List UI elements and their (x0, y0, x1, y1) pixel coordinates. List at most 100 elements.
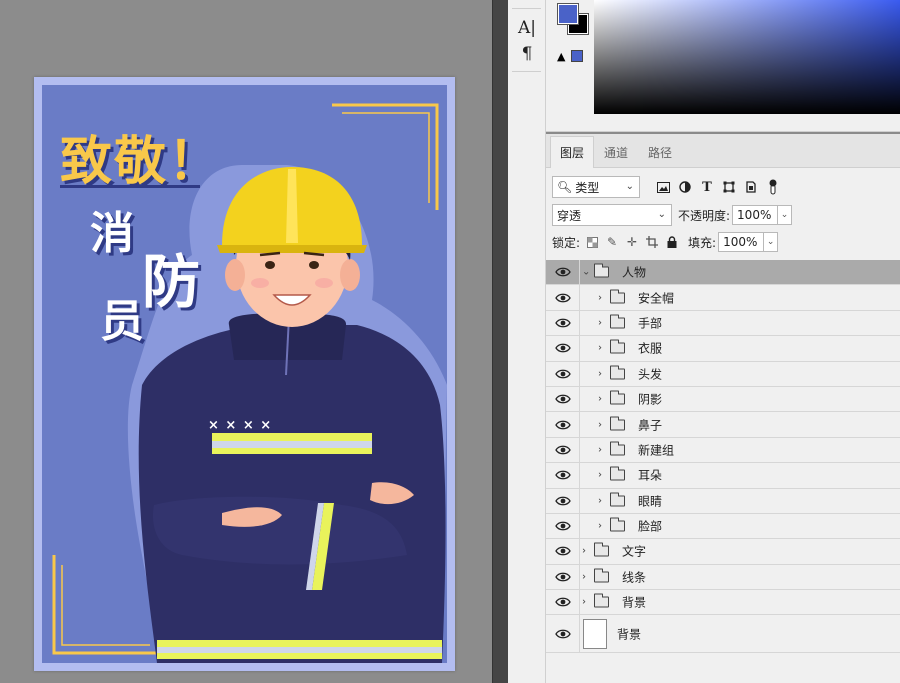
layer-name: 衣服 (638, 341, 663, 356)
lock-image-pixels-icon[interactable]: ✎ (602, 232, 622, 252)
chevron-right-icon[interactable]: › (598, 419, 602, 430)
visibility-toggle[interactable] (546, 513, 580, 539)
corner-line-bottom-left-inner (61, 565, 150, 646)
lock-transparent-pixels-icon[interactable] (582, 232, 602, 252)
layer-row[interactable]: › 文字 (546, 539, 900, 565)
layer-row[interactable]: › 鼻子 (546, 412, 900, 438)
image-filter-icon[interactable] (652, 176, 674, 198)
toggle-filter-icon[interactable] (762, 176, 784, 198)
layer-row[interactable]: › 阴影 (546, 386, 900, 413)
fill-input[interactable]: 100% (718, 232, 765, 252)
chevron-right-icon[interactable]: › (598, 368, 602, 379)
text-cursor-icon[interactable]: A| (508, 15, 546, 41)
shape-filter-icon[interactable] (718, 176, 740, 198)
visibility-toggle[interactable] (546, 615, 580, 653)
chevron-right-icon[interactable]: › (582, 546, 586, 557)
panel-tool-column: A| ¶ (508, 0, 546, 683)
eye-icon (555, 318, 571, 328)
gamut-warning-icon[interactable]: ▲ (557, 50, 565, 63)
chevron-right-icon[interactable]: › (582, 597, 586, 608)
chevron-right-icon[interactable]: › (598, 470, 602, 481)
fill-label: 填充: (688, 235, 717, 250)
visibility-toggle[interactable] (546, 260, 580, 285)
helmet-ridge (286, 169, 298, 243)
layer-row[interactable]: › 耳朵 (546, 463, 900, 489)
tab-layers[interactable]: 图层 (550, 136, 595, 168)
layer-list: ⌄ 人物 › 安全帽 › 手部 › 衣服 › 头发 › 阴影 › 鼻子 › 新建组 › 耳朵 › 眼睛 › 脸部 › 文字 › 线… (546, 260, 900, 654)
document-canvas[interactable]: 致敬！ 消 防 员 × × × × (0, 0, 492, 683)
layer-row[interactable]: › 脸部 (546, 513, 900, 540)
visibility-toggle[interactable] (546, 412, 580, 437)
foreground-color-swatch[interactable] (557, 3, 579, 25)
visibility-toggle[interactable] (546, 488, 580, 513)
poster-background: 致敬！ 消 防 员 × × × × (42, 85, 447, 663)
poster-title: 致敬！ (60, 132, 223, 192)
visibility-toggle[interactable] (546, 386, 580, 412)
opacity-label: 不透明度: (678, 208, 731, 223)
chevron-right-icon[interactable]: › (598, 495, 602, 506)
smart-object-filter-icon[interactable] (740, 176, 762, 198)
layer-row[interactable]: › 衣服 (546, 336, 900, 362)
chevron-right-icon[interactable]: › (582, 571, 586, 582)
opacity-slider-toggle[interactable]: ⌄ (778, 205, 793, 225)
opacity-input[interactable]: 100% (732, 205, 779, 225)
fill-slider-toggle[interactable]: ⌄ (764, 232, 779, 252)
artboard-autonest-icon[interactable] (642, 232, 662, 252)
layers-panel: 图层 通道 路径 🔍︎ 类型 ⌄ T 穿透 ⌄ 不透明度: 100% ⌄ 锁定:… (546, 134, 900, 683)
visibility-toggle[interactable] (546, 564, 580, 590)
poster-artboard[interactable]: 致敬！ 消 防 员 × × × × (34, 77, 455, 671)
layer-row[interactable]: › 背景 (546, 590, 900, 616)
layer-row[interactable]: › 眼睛 (546, 488, 900, 514)
visibility-toggle[interactable] (546, 285, 580, 310)
chevron-down-icon[interactable]: ⌄ (582, 267, 590, 278)
web-safe-color-swatch[interactable] (571, 50, 583, 62)
chevron-right-icon[interactable]: › (598, 317, 602, 328)
chevron-right-icon[interactable]: › (598, 292, 602, 303)
layer-name: 新建组 (638, 443, 675, 458)
visibility-toggle[interactable] (546, 336, 580, 361)
layer-name: 鼻子 (638, 418, 663, 433)
chevron-right-icon[interactable]: › (598, 394, 602, 405)
layer-filter-value: 类型 (575, 180, 600, 195)
visibility-toggle[interactable] (546, 463, 580, 488)
layer-row[interactable]: › 头发 (546, 361, 900, 387)
layer-name: 脸部 (638, 519, 663, 534)
lock-position-icon[interactable]: ✛ (622, 232, 642, 252)
left-ear (225, 259, 245, 291)
visibility-toggle[interactable] (546, 310, 580, 336)
chest-stripe-bottom (212, 448, 372, 454)
chevron-right-icon[interactable]: › (598, 343, 602, 354)
layer-name: 眼睛 (638, 494, 663, 509)
layer-row[interactable]: › 安全帽 (546, 285, 900, 311)
right-eye (309, 261, 319, 269)
panel-divider[interactable] (492, 0, 508, 683)
hem-stripe-mid (157, 647, 442, 653)
visibility-toggle[interactable] (546, 361, 580, 386)
eye-icon (555, 420, 571, 429)
paragraph-icon[interactable]: ¶ (508, 41, 546, 67)
chevron-right-icon[interactable]: › (598, 521, 602, 532)
hem-stripe-top (157, 640, 442, 647)
visibility-toggle[interactable] (546, 437, 580, 463)
layer-row[interactable]: 背景 (546, 615, 900, 654)
blend-mode-dropdown[interactable]: 穿透 ⌄ (552, 204, 672, 226)
blend-mode-value: 穿透 (557, 208, 582, 223)
lock-all-icon[interactable] (662, 232, 682, 252)
tab-channels[interactable]: 通道 (594, 137, 638, 167)
layer-filter-dropdown[interactable]: 🔍︎ 类型 ⌄ (552, 176, 640, 198)
layer-row[interactable]: › 手部 (546, 310, 900, 337)
type-filter-icon[interactable]: T (696, 176, 718, 198)
eye-icon (555, 369, 571, 379)
folder-icon (610, 289, 625, 304)
adjustment-filter-icon[interactable] (674, 176, 696, 198)
layer-row[interactable]: › 新建组 (546, 437, 900, 464)
layer-row[interactable]: › 线条 (546, 564, 900, 591)
color-field[interactable] (594, 0, 900, 114)
layer-row[interactable]: ⌄ 人物 (546, 260, 900, 286)
tab-paths[interactable]: 路径 (638, 137, 682, 167)
chevron-right-icon[interactable]: › (598, 444, 602, 455)
layer-name: 线条 (622, 570, 647, 585)
folder-icon (610, 365, 625, 380)
visibility-toggle[interactable] (546, 590, 580, 615)
visibility-toggle[interactable] (546, 539, 580, 564)
